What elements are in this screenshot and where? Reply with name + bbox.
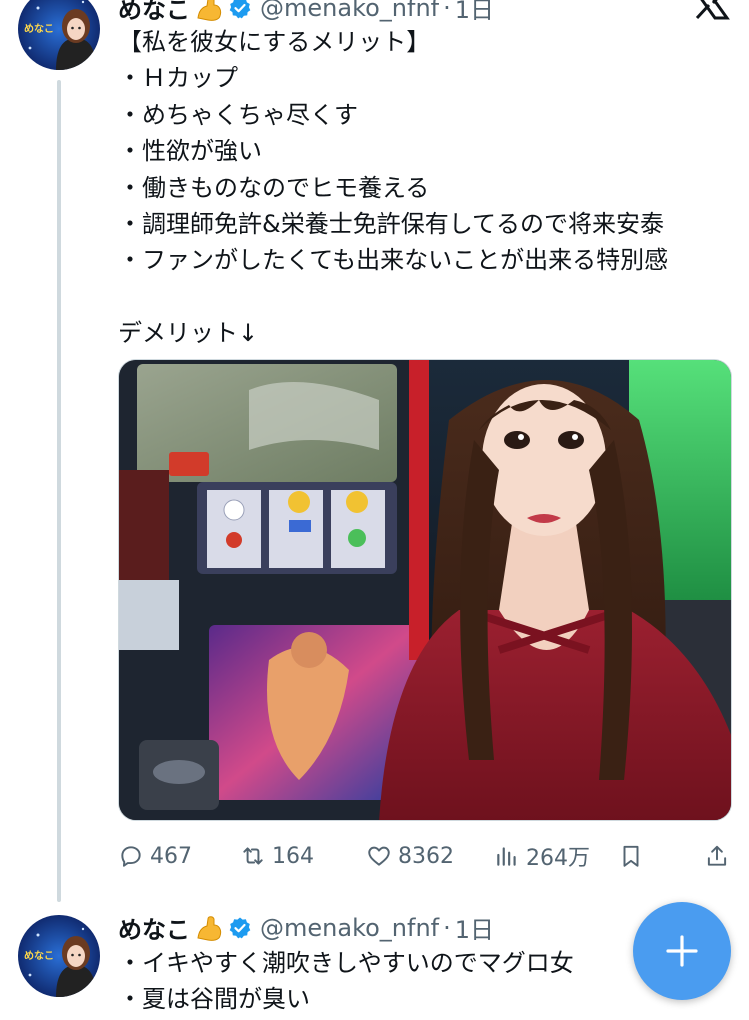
plus-icon xyxy=(666,935,698,967)
tweet-text: ・イキやすく潮吹きしやすいのでマグロ女 ・夏は谷間が臭い xyxy=(118,945,574,1018)
like-button[interactable]: 8362 xyxy=(366,836,454,876)
tweet-header: めなこ @menako_nfnf · 1日 xyxy=(118,910,494,945)
bookmark-icon xyxy=(623,845,639,867)
view-count: 264万 xyxy=(526,846,590,871)
tweet-text-line: ・調理師免許&栄養士免許保有してるので将来安泰 xyxy=(118,209,664,238)
heart-icon xyxy=(368,846,390,866)
tweet-text: 【私を彼女にするメリット】 ・Ｈカップ ・めちゃくちゃ尽くす ・性欲が強い ・働… xyxy=(118,24,668,352)
reply-count: 467 xyxy=(150,843,192,869)
tweet-text-line: ・Ｈカップ xyxy=(118,64,238,93)
share-button[interactable] xyxy=(704,836,730,876)
verified-badge-icon xyxy=(228,916,252,940)
views-chart-icon xyxy=(497,847,516,866)
repost-icon xyxy=(243,847,263,865)
avatar-logo-text: めなこ xyxy=(24,950,54,962)
flexed-biceps-emoji-icon xyxy=(194,913,224,943)
compose-button[interactable] xyxy=(633,902,731,1000)
tweet-text-line: ・ファンがしたくても出来ないことが出来る特別感 xyxy=(118,246,669,275)
verified-badge-icon xyxy=(228,0,252,20)
tweet-text-line: ・めちゃくちゃ尽くす xyxy=(118,100,358,129)
repost-button[interactable]: 164 xyxy=(240,836,314,876)
like-count: 8362 xyxy=(398,843,454,869)
author-name[interactable]: めなこ xyxy=(118,910,190,945)
tweet-text-line: ・イキやすく潮吹きしやすいのでマグロ女 xyxy=(118,949,574,977)
author-avatar[interactable]: めなこ xyxy=(18,0,100,70)
tweet-timestamp[interactable]: 1日 xyxy=(455,910,494,945)
tweet-text-line: ・働きものなのでヒモ養える xyxy=(118,173,430,202)
reply-button[interactable]: 467 xyxy=(118,836,192,876)
tweet-text-line: ・性欲が強い xyxy=(118,137,262,166)
repost-count: 164 xyxy=(272,843,314,869)
separator-dot: · xyxy=(443,913,451,942)
tweet-timestamp[interactable]: 1日 xyxy=(455,0,494,25)
author-avatar[interactable]: めなこ xyxy=(18,915,100,997)
bookmark-button[interactable] xyxy=(618,836,644,876)
views-button[interactable]: 264万 xyxy=(494,836,590,876)
tweet-photo[interactable] xyxy=(118,359,732,821)
tweet-text-line: デメリット↓ xyxy=(118,319,259,348)
author-name[interactable]: めなこ xyxy=(118,0,190,25)
tweet-actions: 467 164 8362 264万 xyxy=(118,836,732,876)
reply-icon xyxy=(121,846,141,867)
tweet-text-line: ・夏は谷間が臭い xyxy=(118,985,310,1014)
avatar-logo-text: めなこ xyxy=(24,23,54,35)
author-handle[interactable]: @menako_nfnf xyxy=(260,914,439,942)
tweet-text-line xyxy=(118,279,668,315)
tweet-header: めなこ @menako_nfnf · 1日 xyxy=(118,0,494,25)
flexed-biceps-emoji-icon xyxy=(194,0,224,23)
thread-connector-line xyxy=(57,80,61,902)
author-handle[interactable]: @menako_nfnf xyxy=(260,0,439,22)
share-icon xyxy=(707,845,727,866)
x-logo-icon[interactable] xyxy=(691,0,731,26)
tweet-text-line: 【私を彼女にするメリット】 xyxy=(118,28,431,56)
separator-dot: · xyxy=(443,0,451,22)
